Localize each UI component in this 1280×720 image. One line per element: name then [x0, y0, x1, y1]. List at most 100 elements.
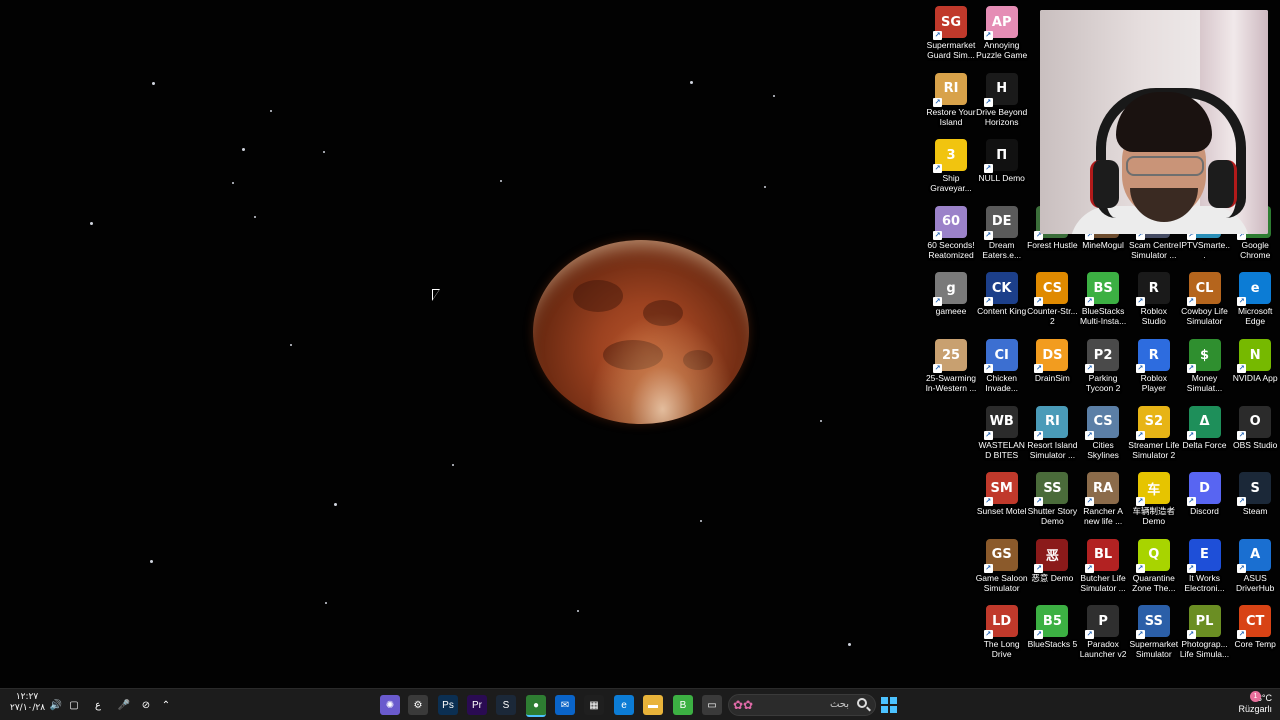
shortcut-arrow-icon: ↗ — [1034, 364, 1044, 373]
taskbar-clock[interactable]: ١٢:٢٧ ٢٧/١٠/٢٨ — [10, 692, 46, 714]
start-button[interactable] — [880, 695, 898, 715]
shortcut-arrow-icon: ↗ — [1135, 430, 1145, 440]
desktop-icon[interactable]: AP ↗ Annoying Puzzle Game — [976, 4, 1028, 70]
taskbar-app-google-chrome[interactable]: ● — [526, 695, 546, 717]
desktop-icon-label: Quarantine Zone The... — [1132, 572, 1176, 593]
desktop-icon[interactable]: S2 ↗ Streamer Life Simulator 2 — [1128, 404, 1180, 470]
desktop-icon[interactable]: D ↗ Discord — [1179, 470, 1231, 536]
desktop-icon[interactable]: P ↗ Paradox Launcher v2 — [1077, 603, 1129, 669]
desktop-icon[interactable]: R ↗ Roblox Player — [1128, 337, 1180, 403]
desktop-icon[interactable]: 60 ↗ 60 Seconds! Reatomized — [925, 204, 977, 270]
app-icon: g ↗ — [933, 272, 967, 307]
network-off-icon[interactable]: ⊘ — [136, 695, 156, 715]
taskbar-app-premiere-pro[interactable]: Pr — [467, 695, 487, 715]
app-icon: SM ↗ — [983, 472, 1018, 507]
desktop-icon[interactable]: Π ↗ NULL Demo — [976, 137, 1028, 203]
taskbar-app-microsoft-edge[interactable]: e — [614, 695, 634, 715]
desktop-icon-label: Paradox Launcher v2 — [1079, 639, 1127, 660]
desktop-icon[interactable]: CS ↗ Counter-Str... 2 — [1026, 270, 1078, 336]
desktop-icon[interactable]: BL ↗ Butcher Life Simulator ... — [1077, 537, 1129, 603]
taskbar-app-bluestacks[interactable]: B — [673, 695, 693, 715]
desktop-icon[interactable]: CL ↗ Cowboy Life Simulator — [1179, 270, 1231, 336]
app-icon: P ↗ — [1085, 605, 1120, 640]
shortcut-arrow-icon: ↗ — [1135, 630, 1145, 640]
desktop: SG ↗ Supermarket Guard Sim... AP ↗ Annoying P… — [0, 0, 1280, 688]
app-icon: BL ↗ — [1085, 538, 1120, 573]
desktop-icon[interactable]: H ↗ Drive Beyond Horizons — [976, 71, 1028, 137]
desktop-icon-label: Microsoft Edge — [1237, 306, 1273, 327]
app-icon: A ↗ — [1237, 538, 1272, 573]
desktop-icon[interactable]: R ↗ Roblox Studio — [1128, 270, 1180, 336]
desktop-icon[interactable]: Q ↗ Quarantine Zone The... — [1128, 537, 1180, 603]
taskbar-app-settings-app[interactable]: ⚙ — [408, 695, 428, 715]
shortcut-arrow-icon: ↗ — [983, 230, 993, 240]
desktop-icon-label: Cities Skylines — [1087, 439, 1119, 460]
desktop-icon[interactable]: Δ ↗ Delta Force — [1179, 404, 1231, 470]
search-icon — [857, 698, 867, 708]
desktop-icon[interactable]: CT ↗ Core Temp — [1229, 603, 1280, 669]
desktop-icon[interactable]: 25 ↗ 25-Swarming In-Western ... — [925, 337, 977, 403]
app-icon: P2 ↗ — [1085, 339, 1120, 373]
desktop-icon[interactable]: BS ↗ BlueStacks Multi-Insta... — [1077, 270, 1129, 336]
taskbar-app-steam[interactable]: S — [496, 695, 516, 715]
volume-icon[interactable]: 🔊 — [46, 695, 66, 715]
taskbar-app-photoshop[interactable]: Ps — [438, 695, 458, 715]
desktop-icon[interactable]: $ ↗ Money Simulat... — [1179, 337, 1231, 403]
tray-chevron-up-icon[interactable]: ⌃ — [156, 695, 176, 715]
desktop-icon[interactable]: GS ↗ Game Saloon Simulator — [976, 537, 1028, 603]
app-icon: SG ↗ — [933, 6, 967, 40]
desktop-icon-label: Ship Graveyar... — [930, 173, 972, 194]
app-icon: 3 ↗ — [933, 139, 967, 174]
star — [764, 186, 766, 188]
app-icon: SS ↗ — [1135, 605, 1170, 640]
desktop-icon-label: 恶意 Demo — [1031, 572, 1074, 583]
desktop-icon[interactable]: N ↗ NVIDIA App — [1229, 337, 1280, 403]
monitor-icon[interactable]: ▢ — [64, 695, 84, 715]
shortcut-arrow-icon: ↗ — [1186, 297, 1196, 307]
desktop-icon[interactable]: CI ↗ Chicken Invade... — [976, 337, 1028, 403]
desktop-icon[interactable]: O ↗ OBS Studio — [1229, 404, 1280, 470]
language-indicator[interactable]: ع — [88, 695, 108, 715]
desktop-icon[interactable]: B5 ↗ BlueStacks 5 — [1026, 603, 1078, 669]
search-box[interactable]: ✿✿ بحث — [728, 694, 876, 716]
app-icon: N ↗ — [1237, 339, 1272, 373]
taskbar-app-ai-app[interactable]: ✺ — [380, 695, 400, 715]
desktop-icon[interactable]: RA ↗ Rancher A new life ... — [1077, 470, 1129, 536]
desktop-icon[interactable]: PL ↗ Photograp... Life Simula... — [1179, 603, 1231, 669]
desktop-icon[interactable]: SM ↗ Sunset Motel — [976, 470, 1028, 536]
desktop-icon[interactable]: DS ↗ DrainSim — [1026, 337, 1078, 403]
app-icon: R ↗ — [1135, 339, 1170, 373]
search-highlight-icon: ✿✿ — [733, 698, 754, 712]
desktop-icon[interactable]: DE ↗ Dream Eaters.e... — [976, 204, 1028, 270]
desktop-icon-label: Dream Eaters.e... — [982, 239, 1022, 260]
desktop-icon[interactable]: g ↗ gameee — [925, 270, 977, 336]
desktop-icon[interactable]: SS ↗ Shutter Story Demo — [1026, 470, 1078, 536]
taskbar-app-microsoft-store[interactable]: ▦ — [584, 695, 604, 715]
desktop-icon[interactable]: RI ↗ Resort Island Simulator ... — [1026, 404, 1078, 470]
desktop-icon-label: Supermarket Guard Sim... — [926, 40, 976, 60]
desktop-icon[interactable]: WB ↗ WASTELAND BITES — [976, 404, 1028, 470]
desktop-icon[interactable]: S ↗ Steam — [1229, 470, 1280, 536]
app-icon: Π ↗ — [983, 139, 1018, 174]
desktop-icon[interactable]: SS ↗ Supermarket Simulator — [1128, 603, 1180, 669]
desktop-icon-label: BlueStacks Multi-Insta... — [1079, 306, 1127, 327]
desktop-icon[interactable]: CS ↗ Cities Skylines — [1077, 404, 1129, 470]
desktop-icon[interactable]: 恶 ↗ 恶意 Demo — [1026, 537, 1078, 603]
desktop-icon[interactable]: RI ↗ Restore Your Island — [925, 71, 977, 137]
star — [242, 148, 245, 151]
microphone-icon[interactable]: 🎤 — [114, 695, 134, 715]
clock-date: ٢٧/١٠/٢٨ — [10, 703, 46, 713]
taskbar-app-window-app[interactable]: ▭ — [702, 695, 722, 715]
desktop-icon[interactable]: SG ↗ Supermarket Guard Sim... — [925, 4, 977, 70]
taskbar-app-file-explorer[interactable]: ▬ — [643, 695, 663, 715]
desktop-icon[interactable]: E ↗ It Works Electroni... — [1179, 537, 1231, 603]
desktop-icon[interactable]: CK ↗ Content King — [976, 270, 1028, 336]
desktop-icon[interactable]: LD ↗ The Long Drive — [976, 603, 1028, 669]
desktop-icon[interactable]: A ↗ ASUS DriverHub — [1229, 537, 1280, 603]
desktop-icon[interactable]: 3 ↗ Ship Graveyar... — [925, 137, 977, 203]
app-icon: DS ↗ — [1034, 339, 1069, 373]
taskbar-app-mail[interactable]: ✉ — [555, 695, 575, 715]
desktop-icon[interactable]: 车 ↗ 车辆制造者 Demo — [1128, 470, 1180, 536]
desktop-icon[interactable]: e ↗ Microsoft Edge — [1229, 270, 1280, 336]
desktop-icon[interactable]: P2 ↗ Parking Tycoon 2 — [1077, 337, 1129, 403]
